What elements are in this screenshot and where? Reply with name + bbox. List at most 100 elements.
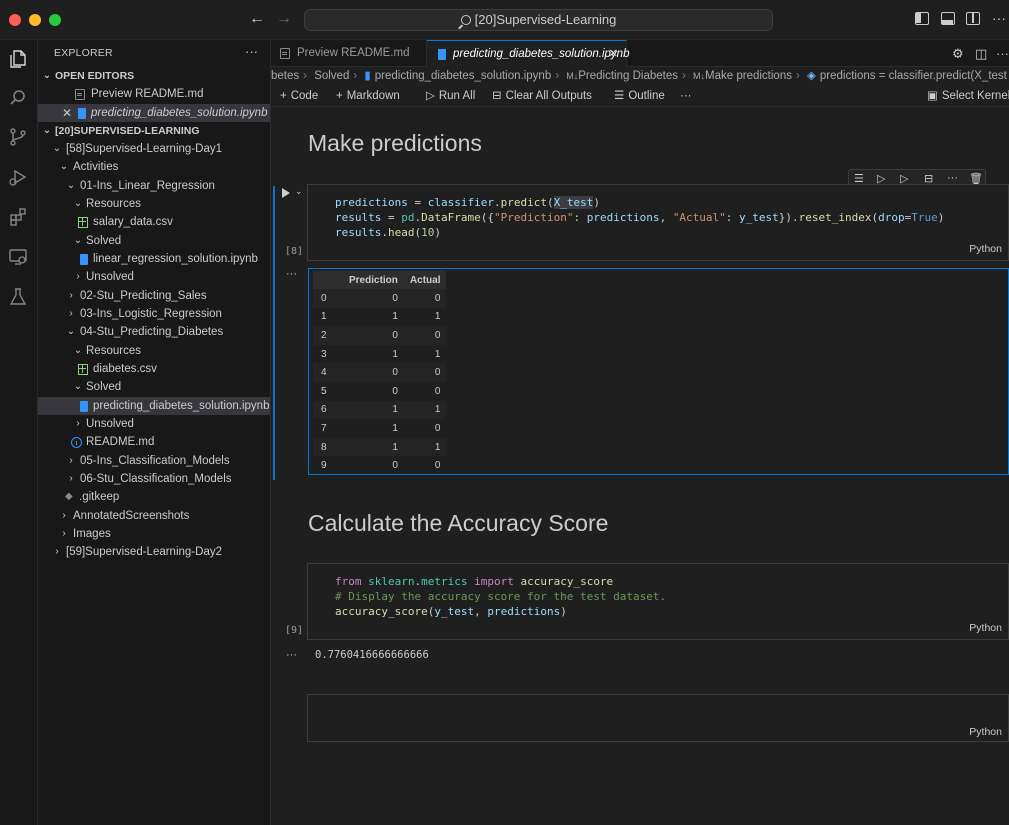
clear-all-outputs-button[interactable]: ⊟ Clear All Outputs — [492, 85, 592, 107]
more-icon[interactable]: ··· — [947, 172, 958, 184]
tree-folder[interactable]: ⌄ Solved — [38, 232, 270, 250]
chevron-right-icon: › — [682, 70, 686, 82]
chevron-right-icon: › — [555, 70, 560, 82]
csv-file-icon — [78, 217, 88, 228]
chevron-down-icon[interactable]: ⌄ — [295, 186, 303, 197]
cell-language-label[interactable]: Python — [969, 242, 1002, 257]
breadcrumb-item[interactable]: predictions = classifier.predict(X_test — [820, 70, 1007, 82]
tree-folder[interactable]: ⌄ Solved — [38, 378, 270, 396]
tree-label: .gitkeep — [79, 491, 120, 503]
cell-language-label[interactable]: Python — [969, 726, 1002, 738]
tree-folder[interactable]: ⌄ 04-Stu_Predicting_Diabetes — [38, 323, 270, 341]
button-label: Markdown — [346, 90, 400, 102]
dataframe-table: Prediction Actual 00011120031140050061171… — [313, 271, 447, 475]
code-cell[interactable]: predictions = classifier.predict(X_test)… — [307, 184, 1009, 261]
table-cell: 0 — [343, 289, 404, 308]
gear-icon[interactable]: ⚙ — [952, 46, 964, 62]
table-cell: 0 — [434, 385, 441, 397]
explorer-files-icon[interactable] — [8, 49, 28, 69]
cell-output-text: 0.7760416666666666 — [315, 649, 429, 661]
tree-file[interactable]: ◆ .gitkeep — [38, 488, 270, 506]
forward-arrow-icon[interactable]: → — [276, 10, 292, 28]
section-label: [20]SUPERVISED-LEARNING — [55, 125, 200, 137]
more-icon[interactable]: ··· — [992, 10, 1006, 26]
tree-folder[interactable]: › Unsolved — [38, 415, 270, 433]
run-all-button[interactable]: ▷ Run All — [426, 85, 475, 107]
tab-predicting-diabetes[interactable]: predicting_diabetes_solution.ipynb ✕ — [427, 40, 629, 67]
tree-file[interactable]: salary_data.csv — [38, 213, 270, 231]
select-kernel-button[interactable]: ▣ Select Kernel — [927, 85, 1009, 107]
tree-folder[interactable]: › 06-Stu_Classification_Models — [38, 470, 270, 488]
add-markdown-cell-button[interactable]: + Markdown — [336, 85, 400, 107]
open-editors-section[interactable]: ⌄ OPEN EDITORS — [38, 67, 270, 85]
clear-outputs-icon: ⊟ — [492, 90, 502, 102]
notebook-file-icon: ▮ — [364, 70, 371, 82]
run-debug-icon[interactable] — [8, 167, 28, 187]
plus-icon: + — [336, 90, 343, 102]
run-cell-button[interactable] — [282, 188, 290, 198]
output-more-icon[interactable]: ··· — [286, 268, 297, 280]
breadcrumb-item[interactable]: betes — [271, 70, 299, 82]
toggle-primary-sidebar-icon[interactable] — [915, 12, 929, 25]
tree-folder[interactable]: ⌄ [58]Supervised-Learning-Day1 — [38, 140, 270, 158]
tree-folder[interactable]: › 05-Ins_Classification_Models — [38, 452, 270, 470]
output-more-icon[interactable]: ··· — [286, 649, 297, 661]
open-editor-item[interactable]: Preview README.md — [38, 85, 270, 103]
tree-file[interactable]: linear_regression_solution.ipynb — [38, 250, 270, 268]
execution-count: [8] — [285, 246, 304, 257]
tree-folder[interactable]: › 02-Stu_Predicting_Sales — [38, 287, 270, 305]
window-minimize-button[interactable] — [29, 14, 41, 26]
breadcrumb-item[interactable]: Make predictions — [705, 70, 792, 82]
outline-button[interactable]: ☰ Outline — [614, 85, 665, 107]
tree-file-selected[interactable]: predicting_diabetes_solution.ipynb — [38, 397, 270, 415]
search-icon[interactable] — [8, 88, 28, 108]
add-code-cell-button[interactable]: + Code — [280, 85, 318, 107]
table-row: 1 1 1 — [313, 308, 446, 327]
extensions-icon[interactable] — [8, 207, 28, 227]
more-icon[interactable]: ··· — [996, 46, 1009, 61]
command-center-search[interactable]: [20]Supervised-Learning — [304, 9, 773, 31]
toggle-secondary-sidebar-icon[interactable] — [966, 12, 980, 25]
more-icon[interactable]: ··· — [680, 85, 692, 107]
chevron-down-icon: ⌄ — [42, 70, 52, 81]
breadcrumb-item[interactable]: predicting_diabetes_solution.ipynb — [375, 70, 551, 82]
breadcrumb-item[interactable]: Solved — [314, 70, 349, 82]
source-control-icon[interactable] — [8, 127, 28, 147]
tree-folder[interactable]: › Unsolved — [38, 268, 270, 286]
tree-folder[interactable]: ⌄ Activities — [38, 158, 270, 176]
row-index-cell: 5 — [321, 385, 327, 397]
more-actions-icon[interactable]: ··· — [245, 44, 258, 59]
toggle-panel-icon[interactable] — [941, 12, 955, 25]
tree-file[interactable]: README.md — [38, 433, 270, 451]
tree-folder[interactable]: ⌄ Resources — [38, 195, 270, 213]
tree-folder[interactable]: › Images — [38, 525, 270, 543]
tree-folder[interactable]: › [59]Supervised-Learning-Day2 — [38, 543, 270, 561]
tree-folder[interactable]: › AnnotatedScreenshots — [38, 507, 270, 525]
remote-explorer-icon[interactable] — [8, 247, 28, 267]
code-cell[interactable]: from sklearn.metrics import accuracy_sco… — [307, 563, 1009, 640]
chevron-right-icon: › — [62, 510, 66, 521]
tree-folder[interactable]: ⌄ Resources — [38, 342, 270, 360]
window-maximize-button[interactable] — [49, 14, 61, 26]
breadcrumb-item[interactable]: Predicting Diabetes — [578, 70, 678, 82]
open-editor-item-active[interactable]: ✕ predicting_diabetes_solution.ipynb — [38, 104, 270, 122]
empty-code-cell[interactable]: Python — [307, 694, 1009, 742]
split-editor-icon[interactable]: ◫ — [975, 46, 987, 62]
close-icon[interactable]: ✕ — [62, 104, 72, 122]
tree-file[interactable]: diabetes.csv — [38, 360, 270, 378]
tree-label: 03-Ins_Logistic_Regression — [80, 308, 222, 320]
workspace-section[interactable]: ⌄ [20]SUPERVISED-LEARNING — [38, 122, 270, 140]
cell-language-label[interactable]: Python — [969, 621, 1002, 636]
activity-bar — [0, 40, 38, 825]
table-header-cell: Prediction — [343, 271, 404, 289]
chevron-right-icon: › — [303, 70, 307, 82]
close-icon[interactable]: ✕ — [608, 41, 618, 67]
markdown-heading: Calculate the Accuracy Score — [308, 510, 609, 536]
tree-folder[interactable]: ⌄ 01-Ins_Linear_Regression — [38, 177, 270, 195]
row-index-cell: 7 — [321, 422, 327, 434]
back-arrow-icon[interactable]: ← — [249, 10, 265, 28]
window-close-button[interactable] — [9, 14, 21, 26]
tree-folder[interactable]: › 03-Ins_Logistic_Regression — [38, 305, 270, 323]
tab-preview-readme[interactable]: Preview README.md — [271, 40, 427, 67]
testing-flask-icon[interactable] — [8, 287, 28, 307]
